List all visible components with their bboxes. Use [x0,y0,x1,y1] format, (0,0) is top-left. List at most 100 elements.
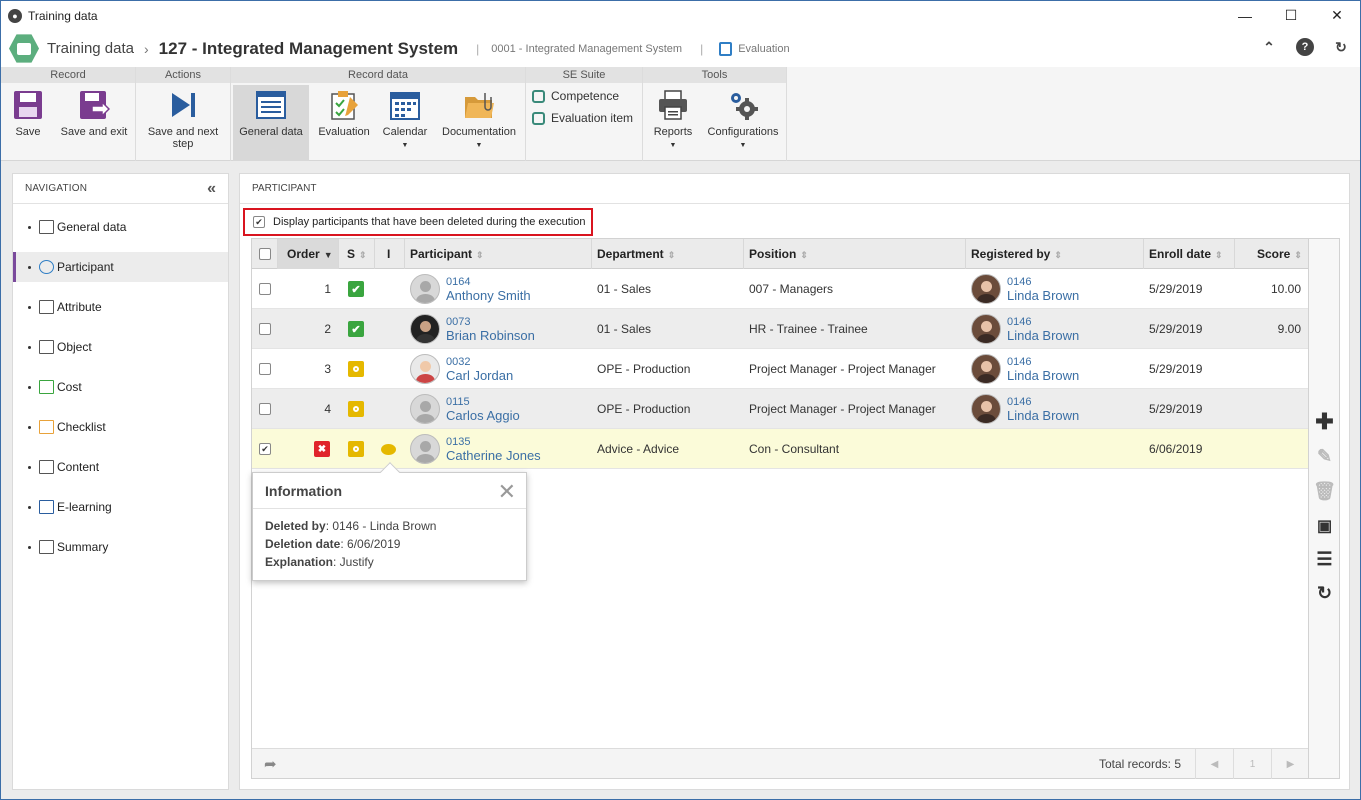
close-window-button[interactable]: ✕ [1314,1,1360,30]
add-folder-icon[interactable]: ▣ [1314,515,1335,536]
select-all-header [252,239,278,269]
table-row-deleted[interactable]: ✔ ✖ 0135 Catherine Jones Advice - Advice … [252,429,1309,469]
deleted-toggle-checkbox[interactable]: ✔ [253,216,265,228]
nav-item-cost[interactable]: Cost [13,372,228,402]
close-icon[interactable]: ✕ [498,479,516,505]
column-header-order[interactable]: Order ▼ [278,239,339,269]
group-title: SE Suite [526,67,642,83]
status-cell: ✔ [348,269,368,309]
previous-page-icon[interactable]: ◀ [1195,749,1233,779]
evaluation-button[interactable]: Evaluation [313,85,375,161]
row-checkbox[interactable] [259,363,271,375]
general-data-button[interactable]: General data [233,85,309,161]
participant-name[interactable]: Anthony Smith [446,289,531,303]
next-page-icon[interactable]: ▶ [1271,749,1309,779]
registrar-code[interactable]: 0146 [1007,355,1079,369]
column-label: Registered by [971,247,1051,261]
participant-name[interactable]: Brian Robinson [446,329,535,343]
reports-button[interactable]: Reports ▼ [647,85,699,161]
avatar [971,274,1001,304]
participant-code[interactable]: 0073 [446,315,535,329]
registrar-name[interactable]: Linda Brown [1007,289,1079,303]
row-checkbox[interactable] [259,283,271,295]
column-header-enroll-date[interactable]: Enroll date ⇕ [1144,239,1235,269]
configurations-button[interactable]: Configurations ▼ [703,85,783,161]
current-page[interactable]: 1 [1233,749,1271,779]
breadcrumb-root[interactable]: Training data [47,40,134,57]
nav-item-general-data[interactable]: General data [13,212,228,242]
ribbon-group-tools: Tools Reports ▼ Configurations ▼ [643,67,787,161]
nav-item-content[interactable]: Content [13,452,228,482]
position-cell: 007 - Managers [749,282,834,296]
evaluation-item-icon [532,111,545,125]
nav-item-attribute[interactable]: Attribute [13,292,228,322]
column-header-participant[interactable]: Participant ⇕ [405,239,592,269]
collapse-up-icon[interactable]: ⌃ [1260,38,1278,56]
header-divider: | [476,41,480,56]
participant-code[interactable]: 0032 [446,355,513,369]
table-row[interactable]: 4 0115 Carlos Aggio OPE - Production Proj… [252,389,1309,429]
participant-cell: 0032 Carl Jordan [410,349,590,389]
registrar-name[interactable]: Linda Brown [1007,409,1079,423]
refresh-icon[interactable]: ↻ [1332,38,1350,56]
participant-code[interactable]: 0135 [446,435,541,449]
collapse-left-icon[interactable]: « [207,180,216,198]
table-row[interactable]: 1 ✔ 0164 Anthony Smith 01 - Sales 007 - M… [252,269,1309,309]
registrar-code[interactable]: 0146 [1007,395,1079,409]
list-icon[interactable]: ☰ [1314,549,1335,570]
column-header-status[interactable]: S ⇕ [339,239,375,269]
window-title: Training data [28,8,98,23]
status-pending-icon [348,401,364,417]
comment-bubble-icon[interactable] [381,443,396,455]
help-icon[interactable]: ? [1296,38,1314,56]
select-all-checkbox[interactable] [259,248,271,260]
object-icon [39,340,54,354]
registrar-name[interactable]: Linda Brown [1007,369,1079,383]
nav-item-summary[interactable]: Summary [13,532,228,562]
grid-side-toolbar: ✚ ✎ 🗑 ▣ ☰ ↻ [1308,239,1339,778]
share-arrow-icon[interactable]: ➦ [264,755,277,773]
column-header-info[interactable]: I [375,239,405,269]
nav-item-object[interactable]: Object [13,332,228,362]
app-window: ● Training data — ☐ ✕ Training data › 12… [0,0,1361,800]
competence-button[interactable]: Competence [532,89,619,103]
row-checkbox[interactable] [259,323,271,335]
evaluation-item-button[interactable]: Evaluation item [532,111,633,125]
participant-name[interactable]: Carl Jordan [446,369,513,383]
nav-item-e-learning[interactable]: E-learning [13,492,228,522]
participant-name[interactable]: Carlos Aggio [446,409,520,423]
row-checkbox[interactable]: ✔ [259,443,271,455]
calendar-button[interactable]: Calendar ▼ [377,85,433,161]
deleted-participants-toggle[interactable]: ✔ Display participants that have been de… [243,208,593,236]
sort-icon: ⇕ [1215,250,1223,260]
maximize-button[interactable]: ☐ [1268,1,1314,30]
nav-item-checklist[interactable]: Checklist [13,412,228,442]
nav-item-participant[interactable]: Participant [13,252,228,282]
documentation-button[interactable]: Documentation ▼ [437,85,521,161]
column-header-position[interactable]: Position ⇕ [744,239,966,269]
column-label: Order [287,247,320,261]
edit-pencil-icon[interactable]: ✎ [1314,446,1335,467]
refresh-icon[interactable]: ↻ [1314,583,1335,604]
table-row[interactable]: 3 0032 Carl Jordan OPE - Production Proje… [252,349,1309,389]
table-row[interactable]: 2 ✔ 0073 Brian Robinson 01 - Sales HR - T… [252,309,1309,349]
group-title: Actions [136,67,230,83]
row-checkbox[interactable] [259,403,271,415]
registrar-name[interactable]: Linda Brown [1007,329,1079,343]
participant-code[interactable]: 0115 [446,395,520,409]
column-header-department[interactable]: Department ⇕ [592,239,744,269]
registrar-code[interactable]: 0146 [1007,275,1079,289]
save-and-next-step-button[interactable]: Save and next step [142,85,224,161]
column-header-score[interactable]: Score ⇕ [1235,239,1309,269]
delete-trash-icon[interactable]: 🗑 [1313,481,1336,502]
column-header-registered-by[interactable]: Registered by ⇕ [966,239,1144,269]
save-button[interactable]: Save [5,85,51,161]
registrar-code[interactable]: 0146 [1007,315,1079,329]
users-icon [39,260,54,274]
column-label: S [347,247,356,261]
participant-code[interactable]: 0164 [446,275,531,289]
participant-name[interactable]: Catherine Jones [446,449,541,463]
minimize-button[interactable]: — [1222,1,1268,30]
add-icon[interactable]: ✚ [1314,409,1335,434]
save-and-exit-button[interactable]: Save and exit [57,85,131,161]
